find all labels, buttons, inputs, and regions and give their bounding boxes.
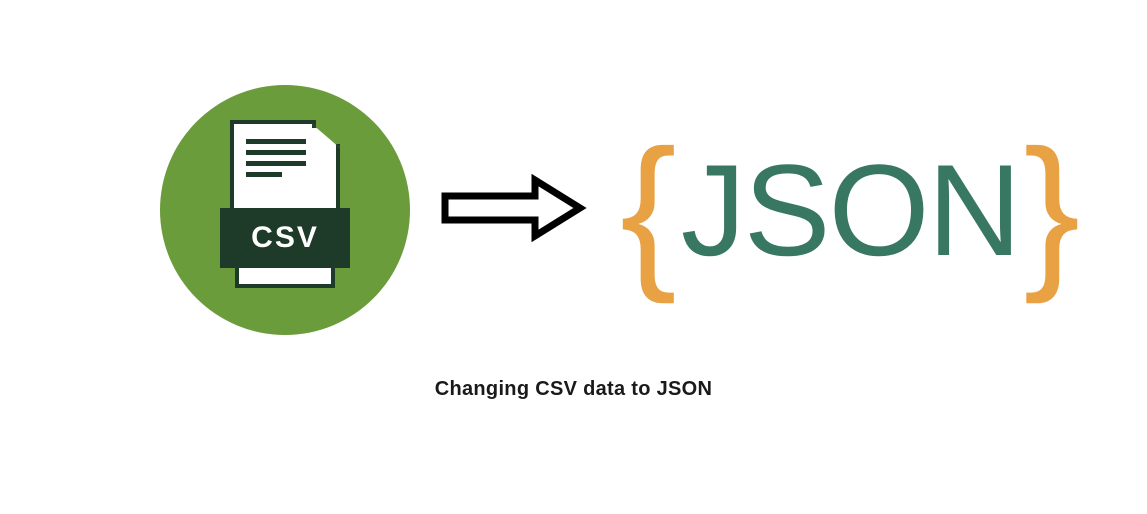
open-brace: {: [620, 125, 677, 295]
close-brace: }: [1024, 125, 1081, 295]
diagram-container: CSV { JSON }: [160, 70, 1020, 350]
arrow-icon: [440, 168, 590, 253]
csv-icon: CSV: [160, 85, 410, 335]
caption: Changing CSV data to JSON: [0, 378, 1147, 401]
csv-label: CSV: [251, 221, 319, 255]
json-logo: { JSON }: [620, 125, 1080, 295]
json-text: JSON: [677, 145, 1024, 275]
csv-file-icon: CSV: [220, 120, 350, 300]
